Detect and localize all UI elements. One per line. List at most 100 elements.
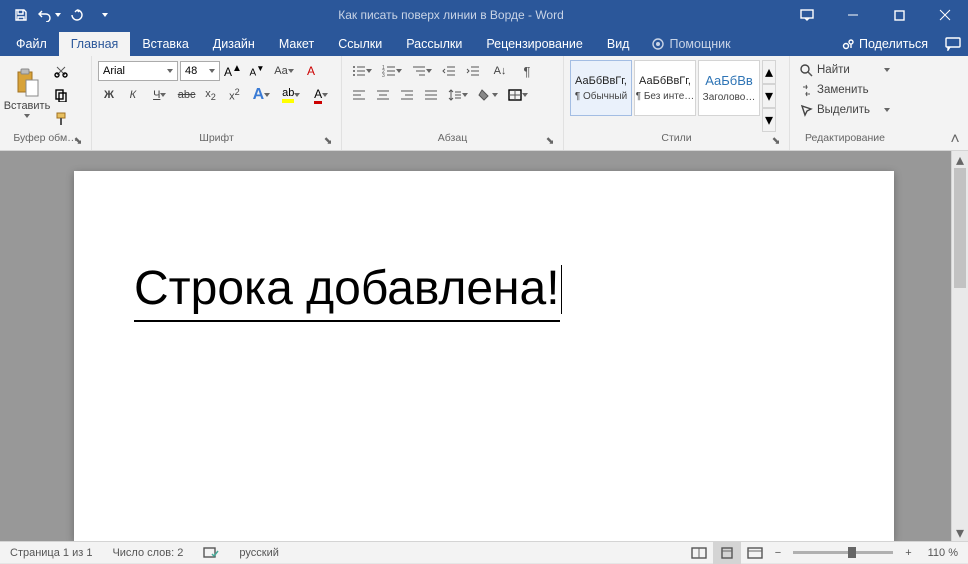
highlight-icon[interactable]: ab — [277, 84, 305, 106]
styles-launcher-icon[interactable]: ⬊ — [769, 134, 783, 148]
save-icon[interactable] — [8, 3, 34, 27]
paste-label: Вставить — [4, 100, 51, 112]
tab-mailings[interactable]: Рассылки — [394, 32, 474, 56]
bold-button[interactable]: Ж — [98, 84, 120, 106]
line-spacing-icon[interactable] — [444, 84, 472, 106]
shading-icon[interactable] — [474, 84, 502, 106]
read-mode-icon[interactable] — [685, 542, 713, 564]
numbering-icon[interactable]: 123 — [378, 60, 406, 82]
tab-insert[interactable]: Вставка — [130, 32, 200, 56]
vertical-scrollbar[interactable]: ▴ ▾ — [951, 151, 968, 541]
style-no-spacing[interactable]: АаБбВвГг, ¶ Без инте… — [634, 60, 696, 116]
close-icon[interactable] — [922, 0, 968, 30]
title-bar: Как писать поверх линии в Ворде - Word — [0, 0, 968, 30]
undo-icon[interactable] — [36, 3, 62, 27]
decrease-indent-icon[interactable] — [438, 60, 460, 82]
ribbon-options-icon[interactable] — [784, 0, 830, 30]
zoom-out-button[interactable]: − — [769, 542, 787, 563]
language-button[interactable]: русский — [229, 542, 288, 563]
tab-design[interactable]: Дизайн — [201, 32, 267, 56]
text-effects-icon[interactable]: A — [247, 84, 275, 106]
bullets-icon[interactable] — [348, 60, 376, 82]
gallery-more-icon[interactable]: ▾ — [762, 108, 776, 132]
maximize-icon[interactable] — [876, 0, 922, 30]
tell-me-label: Помощник — [669, 37, 730, 51]
window-controls — [784, 0, 968, 30]
zoom-slider[interactable] — [793, 551, 893, 554]
comments-icon[interactable] — [938, 32, 968, 56]
show-marks-icon[interactable]: ¶ — [516, 60, 538, 82]
style-normal[interactable]: АаБбВвГг, ¶ Обычный — [570, 60, 632, 116]
align-right-icon[interactable] — [396, 84, 418, 106]
zoom-in-button[interactable]: + — [899, 542, 917, 563]
font-name-combo[interactable]: Arial — [98, 61, 178, 81]
multilevel-list-icon[interactable] — [408, 60, 436, 82]
document-text[interactable]: Строка добавлена! — [134, 261, 560, 322]
font-color-icon[interactable]: A — [307, 84, 335, 106]
italic-button[interactable]: К — [122, 84, 144, 106]
collapse-ribbon-icon[interactable]: ˄ — [946, 132, 964, 148]
tab-review[interactable]: Рецензирование — [474, 32, 595, 56]
zoom-thumb[interactable] — [848, 547, 856, 558]
scroll-track[interactable] — [952, 168, 968, 524]
tab-view[interactable]: Вид — [595, 32, 642, 56]
group-styles: АаБбВвГг, ¶ Обычный АаБбВвГг, ¶ Без инте… — [564, 56, 790, 150]
tab-file[interactable]: Файл — [4, 32, 59, 56]
superscript-button[interactable]: x2 — [224, 84, 246, 106]
strikethrough-button[interactable]: abc — [176, 84, 198, 106]
status-bar: Страница 1 из 1 Число слов: 2 русский − … — [0, 541, 968, 563]
select-button[interactable]: Выделить — [796, 100, 894, 120]
text-cursor — [561, 265, 562, 314]
ribbon: Вставить Буфер обм…⬊ Arial 48 A▲ A▼ Aa A… — [0, 56, 968, 151]
increase-indent-icon[interactable] — [462, 60, 484, 82]
gallery-down-icon[interactable]: ▾ — [762, 84, 776, 108]
print-layout-icon[interactable] — [713, 542, 741, 564]
qat-customize-icon[interactable] — [92, 3, 118, 27]
borders-icon[interactable] — [504, 84, 532, 106]
scroll-thumb[interactable] — [954, 168, 966, 288]
font-size-combo[interactable]: 48 — [180, 61, 220, 81]
gallery-up-icon[interactable]: ▴ — [762, 60, 776, 84]
share-button[interactable]: Поделиться — [831, 32, 938, 56]
minimize-icon[interactable] — [830, 0, 876, 30]
tab-references[interactable]: Ссылки — [326, 32, 394, 56]
paste-button[interactable]: Вставить — [6, 60, 48, 126]
styles-label: Стили — [661, 132, 691, 144]
justify-icon[interactable] — [420, 84, 442, 106]
group-font: Arial 48 A▲ A▼ Aa A Ж К Ч abc x2 x2 A ab… — [92, 56, 342, 150]
grow-font-icon[interactable]: A▲ — [222, 60, 244, 82]
zoom-level[interactable]: 110 % — [918, 542, 968, 563]
word-count[interactable]: Число слов: 2 — [102, 542, 193, 563]
clear-formatting-icon[interactable]: A — [300, 60, 322, 82]
tab-home[interactable]: Главная — [59, 32, 131, 56]
tab-layout[interactable]: Макет — [267, 32, 326, 56]
cut-icon[interactable] — [50, 60, 72, 82]
tell-me-input[interactable]: Помощник — [641, 32, 740, 56]
spellcheck-icon[interactable] — [193, 542, 229, 563]
subscript-button[interactable]: x2 — [200, 84, 222, 106]
page[interactable]: Строка добавлена! — [74, 171, 894, 541]
shrink-font-icon[interactable]: A▼ — [246, 60, 268, 82]
editing-label: Редактирование — [805, 132, 885, 144]
copy-icon[interactable] — [50, 84, 72, 106]
paragraph-launcher-icon[interactable]: ⬊ — [543, 134, 557, 148]
style-heading1[interactable]: АаБбВв Заголово… — [698, 60, 760, 116]
align-center-icon[interactable] — [372, 84, 394, 106]
page-count[interactable]: Страница 1 из 1 — [0, 542, 102, 563]
svg-text:3: 3 — [382, 73, 385, 77]
share-label: Поделиться — [859, 37, 928, 51]
redo-icon[interactable] — [64, 3, 90, 27]
find-button[interactable]: Найти — [796, 60, 894, 80]
font-launcher-icon[interactable]: ⬊ — [321, 134, 335, 148]
clipboard-launcher-icon[interactable]: ⬊ — [71, 134, 85, 148]
sort-icon[interactable]: A↓ — [486, 60, 514, 82]
scroll-down-icon[interactable]: ▾ — [952, 524, 968, 541]
group-clipboard: Вставить Буфер обм…⬊ — [0, 56, 92, 150]
change-case-icon[interactable]: Aa — [270, 60, 298, 82]
web-layout-icon[interactable] — [741, 542, 769, 564]
format-painter-icon[interactable] — [50, 108, 72, 130]
align-left-icon[interactable] — [348, 84, 370, 106]
scroll-up-icon[interactable]: ▴ — [952, 151, 968, 168]
replace-button[interactable]: Заменить — [796, 80, 894, 100]
underline-button[interactable]: Ч — [146, 84, 174, 106]
